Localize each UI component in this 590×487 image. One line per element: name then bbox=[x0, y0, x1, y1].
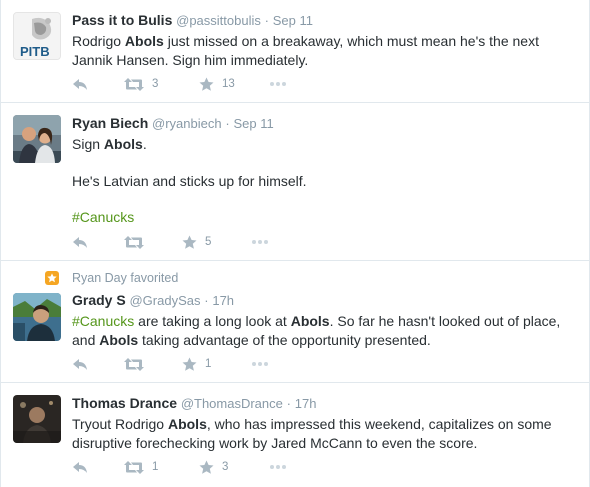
retweet-button[interactable] bbox=[124, 357, 182, 371]
tweet-header: Pass it to Bulis @passittobulis · Sep 11 bbox=[72, 11, 579, 30]
context-text[interactable]: Ryan Day favorited bbox=[72, 271, 178, 285]
tweet-context: Ryan Day favorited bbox=[45, 271, 178, 285]
tweet-actions: 3 13 bbox=[72, 75, 287, 93]
tweet-actions: 1 bbox=[72, 355, 269, 373]
separator: · bbox=[286, 396, 291, 411]
favorite-count: 3 bbox=[222, 461, 229, 473]
more-icon bbox=[252, 362, 268, 366]
highlight-term: Abols bbox=[167, 416, 207, 432]
tweet-header: Grady S @GradySas · 17h bbox=[72, 291, 579, 310]
user-photo-icon bbox=[13, 115, 61, 163]
favorite-icon bbox=[199, 77, 214, 91]
favorite-icon bbox=[199, 460, 214, 474]
author-name[interactable]: Pass it to Bulis bbox=[72, 12, 172, 28]
text-line: He's Latvian and sticks up for himself. bbox=[72, 172, 307, 189]
tweet-actions: 5 bbox=[72, 233, 269, 251]
tweet[interactable]: Ryan Biech @ryanbiech · Sep 11 Sign Abol… bbox=[1, 103, 589, 261]
more-button[interactable] bbox=[251, 361, 269, 367]
retweet-button[interactable] bbox=[124, 235, 182, 249]
tweet[interactable]: PITB Pass it to Bulis @passittobulis · S… bbox=[1, 0, 589, 103]
retweet-count: 1 bbox=[152, 461, 159, 473]
favorite-button[interactable]: 1 bbox=[182, 357, 251, 372]
text-segment: Sign bbox=[72, 136, 104, 152]
favorite-icon bbox=[182, 357, 197, 371]
svg-text:PITB: PITB bbox=[20, 44, 50, 59]
reply-button[interactable] bbox=[72, 77, 124, 91]
retweet-icon bbox=[124, 235, 144, 249]
avatar[interactable] bbox=[13, 293, 61, 341]
text-line: Sign Abols. bbox=[72, 135, 579, 154]
reply-icon bbox=[73, 79, 87, 90]
text-segment: . bbox=[142, 136, 147, 152]
favorite-count: 1 bbox=[205, 358, 212, 370]
avatar[interactable] bbox=[13, 115, 61, 163]
author-name[interactable]: Ryan Biech bbox=[72, 115, 148, 131]
reply-button[interactable] bbox=[72, 460, 124, 474]
tweet-text: Sign Abols. He's Latvian and sticks up f… bbox=[72, 135, 579, 227]
pitb-logo-icon: PITB bbox=[14, 13, 60, 59]
tweet-timestamp[interactable]: Sep 11 bbox=[233, 116, 273, 131]
reply-icon bbox=[73, 237, 87, 248]
reply-button[interactable] bbox=[72, 235, 124, 249]
separator: · bbox=[225, 116, 230, 131]
reply-icon bbox=[73, 359, 87, 370]
tweet-header: Ryan Biech @ryanbiech · Sep 11 bbox=[72, 114, 579, 133]
more-button[interactable] bbox=[269, 81, 287, 87]
more-button[interactable] bbox=[251, 239, 269, 245]
tweet-timestamp[interactable]: Sep 11 bbox=[273, 13, 313, 28]
tweet-header: Thomas Drance @ThomasDrance · 17h bbox=[72, 394, 579, 413]
more-icon bbox=[270, 82, 286, 86]
favorite-button[interactable]: 3 bbox=[199, 460, 269, 475]
favorite-icon bbox=[182, 235, 197, 249]
more-icon bbox=[252, 240, 268, 244]
tweet-text: Rodrigo Abols just missed on a breakaway… bbox=[72, 32, 579, 69]
tweet-timeline: PITB Pass it to Bulis @passittobulis · S… bbox=[0, 0, 590, 487]
favorite-count: 5 bbox=[205, 236, 212, 248]
text-segment: taking advantage of the opportunity pres… bbox=[138, 331, 431, 348]
user-photo-icon bbox=[13, 395, 61, 443]
highlight-term: Abols bbox=[103, 136, 143, 152]
more-button[interactable] bbox=[269, 464, 287, 470]
tweet[interactable]: Ryan Day favorited Grady S @GradySas · 1… bbox=[1, 261, 589, 383]
text-segment: Rodrigo bbox=[72, 33, 125, 49]
text-segment: Tryout Rodrigo bbox=[72, 416, 168, 432]
retweet-button[interactable]: 1 bbox=[124, 460, 199, 474]
favorite-button[interactable]: 13 bbox=[199, 77, 269, 92]
author-username[interactable]: @ThomasDrance bbox=[181, 396, 283, 411]
reply-button[interactable] bbox=[72, 357, 124, 371]
highlight-term: Abols bbox=[124, 33, 164, 49]
avatar[interactable]: PITB bbox=[13, 12, 61, 60]
favorite-button[interactable]: 5 bbox=[182, 235, 251, 250]
tweet-text: Tryout Rodrigo Abols, who has impressed … bbox=[72, 415, 579, 452]
text-segment: are taking a long look at bbox=[134, 313, 291, 329]
favorite-count: 13 bbox=[222, 78, 235, 90]
hashtag-link[interactable]: #Canucks bbox=[72, 313, 134, 329]
author-username[interactable]: @GradySas bbox=[129, 293, 200, 308]
separator: · bbox=[264, 13, 269, 28]
tweet-timestamp[interactable]: 17h bbox=[295, 396, 317, 411]
retweet-icon bbox=[124, 77, 144, 91]
retweet-button[interactable]: 3 bbox=[124, 77, 199, 91]
author-username[interactable]: @passittobulis bbox=[176, 13, 261, 28]
tweet-actions: 1 3 bbox=[72, 458, 287, 476]
separator: · bbox=[204, 293, 209, 308]
favorited-badge-icon bbox=[45, 271, 59, 285]
author-name[interactable]: Thomas Drance bbox=[72, 395, 177, 411]
tweet-timestamp[interactable]: 17h bbox=[212, 293, 234, 308]
retweet-icon bbox=[124, 357, 144, 371]
more-icon bbox=[270, 465, 286, 469]
tweet[interactable]: Thomas Drance @ThomasDrance · 17h Tryout… bbox=[1, 383, 589, 487]
author-username[interactable]: @ryanbiech bbox=[152, 116, 222, 131]
reply-icon bbox=[73, 462, 87, 473]
retweet-count: 3 bbox=[152, 78, 159, 90]
user-photo-icon bbox=[13, 293, 61, 341]
tweet-text: #Canucks are taking a long look at Abols… bbox=[72, 312, 579, 349]
avatar[interactable] bbox=[13, 395, 61, 443]
highlight-term: Abols bbox=[99, 331, 139, 348]
hashtag-link[interactable]: #Canucks bbox=[72, 209, 134, 225]
author-name[interactable]: Grady S bbox=[72, 292, 126, 308]
highlight-term: Abols bbox=[290, 313, 330, 329]
retweet-icon bbox=[124, 460, 144, 474]
